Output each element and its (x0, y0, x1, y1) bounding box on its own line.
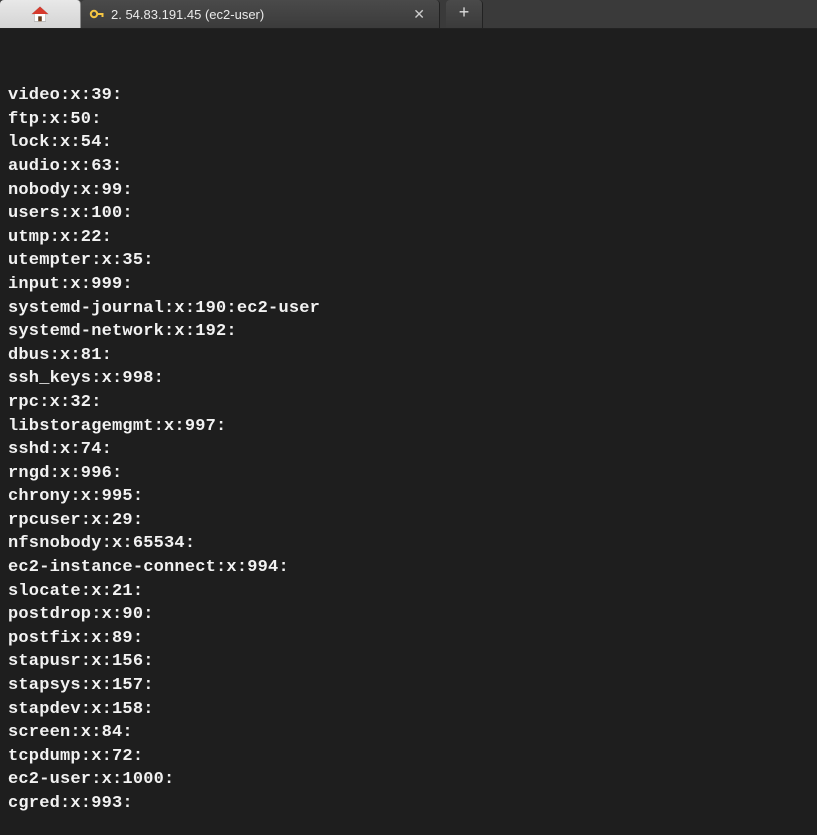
terminal-line: input:x:999: (8, 273, 809, 297)
key-icon (89, 6, 105, 22)
terminal-line: ec2-instance-connect:x:994: (8, 556, 809, 580)
terminal-line: rpcuser:x:29: (8, 509, 809, 533)
terminal-line: ssh_keys:x:998: (8, 367, 809, 391)
terminal-output[interactable]: video:x:39:ftp:x:50:lock:x:54:audio:x:63… (0, 29, 817, 835)
terminal-line: utmp:x:22: (8, 226, 809, 250)
terminal-line: nfsnobody:x:65534: (8, 532, 809, 556)
terminal-line: systemd-journal:x:190:ec2-user (8, 297, 809, 321)
terminal-line: stapsys:x:157: (8, 674, 809, 698)
terminal-line: cgred:x:993: (8, 792, 809, 816)
terminal-line: ec2-user:x:1000: (8, 768, 809, 792)
terminal-line: audio:x:63: (8, 155, 809, 179)
new-tab-button[interactable]: + (446, 0, 483, 28)
terminal-line: users:x:100: (8, 202, 809, 226)
terminal-line: utempter:x:35: (8, 249, 809, 273)
terminal-line: stapusr:x:156: (8, 650, 809, 674)
terminal-line: postdrop:x:90: (8, 603, 809, 627)
home-icon (30, 5, 50, 23)
terminal-line: libstoragemgmt:x:997: (8, 415, 809, 439)
terminal-line: ftp:x:50: (8, 108, 809, 132)
close-tab-icon[interactable]: ✕ (409, 6, 429, 23)
tab-active-session[interactable]: 2. 54.83.191.45 (ec2-user) ✕ (81, 0, 440, 28)
tab-bar: 2. 54.83.191.45 (ec2-user) ✕ + (0, 0, 817, 29)
terminal-line: chrony:x:995: (8, 485, 809, 509)
terminal-line: systemd-network:x:192: (8, 320, 809, 344)
tab-label: 2. 54.83.191.45 (ec2-user) (111, 7, 264, 22)
terminal-line: tcpdump:x:72: (8, 745, 809, 769)
terminal-line: slocate:x:21: (8, 580, 809, 604)
terminal-line: dbus:x:81: (8, 344, 809, 368)
terminal-line: rngd:x:996: (8, 462, 809, 486)
terminal-line: rpc:x:32: (8, 391, 809, 415)
terminal-line: sshd:x:74: (8, 438, 809, 462)
terminal-line: screen:x:84: (8, 721, 809, 745)
terminal-line: postfix:x:89: (8, 627, 809, 651)
tab-home[interactable] (0, 0, 81, 28)
plus-icon: + (459, 4, 470, 24)
terminal-lines: video:x:39:ftp:x:50:lock:x:54:audio:x:63… (8, 84, 809, 815)
terminal-line: video:x:39: (8, 84, 809, 108)
terminal-line: stapdev:x:158: (8, 698, 809, 722)
terminal-line: nobody:x:99: (8, 179, 809, 203)
terminal-line: lock:x:54: (8, 131, 809, 155)
